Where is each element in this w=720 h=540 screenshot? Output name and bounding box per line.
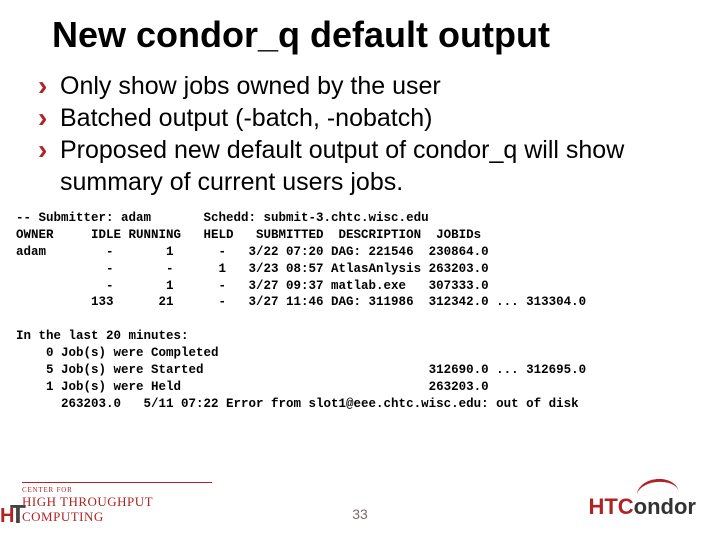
term-summary-header: In the last 20 minutes: xyxy=(16,329,189,343)
term-summary-line: 1 Job(s) were Held 263203.0 xyxy=(16,380,489,394)
footer: H T CENTER FOR HIGH THROUGHPUT COMPUTING… xyxy=(0,472,720,532)
term-row: 133 21 - 3/27 11:46 DAG: 311986 312342.0… xyxy=(16,295,586,309)
logo-line1: HIGH THROUGHPUT xyxy=(22,494,153,509)
page-number: 33 xyxy=(352,506,368,522)
bullet-item: Proposed new default output of condor_q … xyxy=(38,134,690,198)
bullet-item: Only show jobs owned by the user xyxy=(38,70,690,102)
term-columns: OWNER IDLE RUNNING HELD SUBMITTED DESCRI… xyxy=(16,228,481,242)
htcondor-rest: ondor xyxy=(634,494,696,519)
logo-center-for: CENTER FOR xyxy=(22,486,73,494)
term-row: adam - 1 - 3/22 07:20 DAG: 221546 230864… xyxy=(16,245,489,259)
bullet-list: Only show jobs owned by the user Batched… xyxy=(38,70,690,198)
logo-line2: COMPUTING xyxy=(22,509,104,524)
term-summary-line: 0 Job(s) were Completed xyxy=(16,346,219,360)
bullet-item: Batched output (-batch, -nobatch) xyxy=(38,102,690,134)
term-summary-line: 5 Job(s) were Started 312690.0 ... 31269… xyxy=(16,363,586,377)
term-header: -- Submitter: adam Schedd: submit-3.chtc… xyxy=(16,211,429,225)
term-summary-line: 263203.0 5/11 07:22 Error from slot1@eee… xyxy=(16,397,579,411)
htcondor-ht: HTC xyxy=(588,494,633,519)
ht-monogram-icon: H T xyxy=(0,490,22,528)
terminal-output: -- Submitter: adam Schedd: submit-3.chtc… xyxy=(16,210,690,413)
term-row: - 1 - 3/27 09:37 matlab.exe 307333.0 xyxy=(16,279,489,293)
term-row: - - 1 3/23 08:57 AtlasAnlysis 263203.0 xyxy=(16,262,489,276)
slide-title: New condor_q default output xyxy=(52,14,690,56)
htc-left-logo: CENTER FOR HIGH THROUGHPUT COMPUTING xyxy=(22,482,212,525)
htcondor-logo: HTCondor xyxy=(588,494,696,520)
